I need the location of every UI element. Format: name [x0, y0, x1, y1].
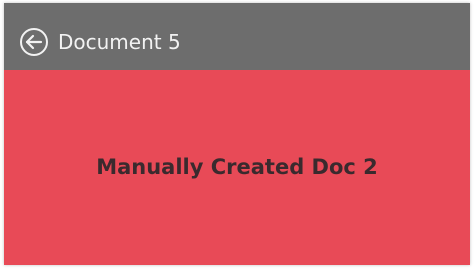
- title-bar: Document 5: [4, 3, 470, 70]
- document-text: Manually Created Doc 2: [96, 154, 378, 179]
- document-content: Manually Created Doc 2: [4, 70, 470, 265]
- back-button[interactable]: [19, 27, 49, 57]
- back-arrow-icon: [20, 28, 48, 56]
- app-window: Document 5 Manually Created Doc 2: [4, 3, 470, 265]
- page-title: Document 5: [58, 30, 181, 54]
